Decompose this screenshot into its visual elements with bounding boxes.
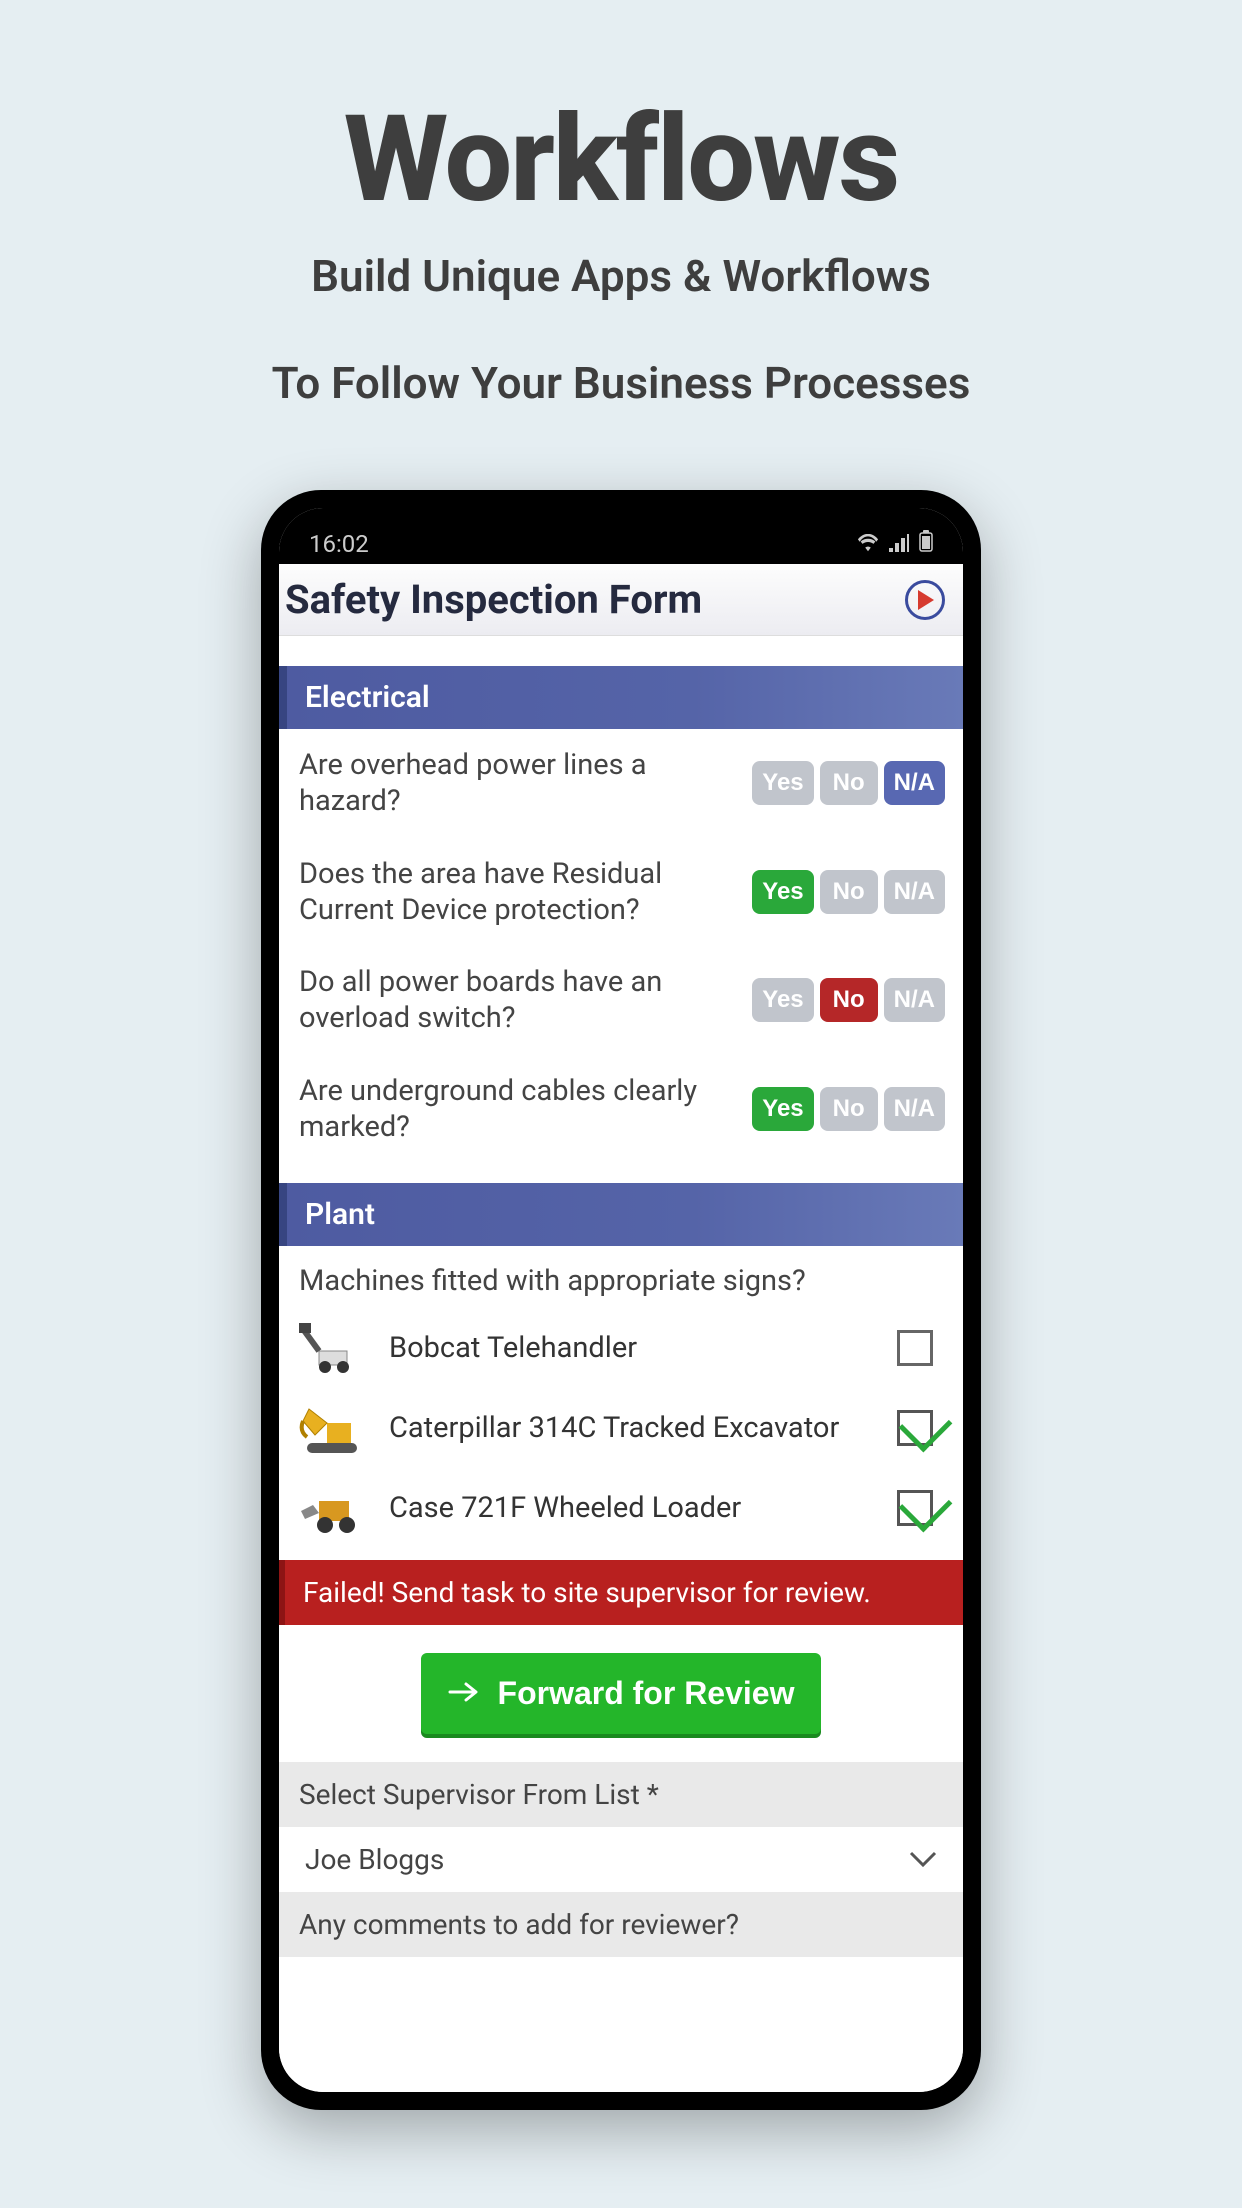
question-text: Do all power boards have an overload swi… (299, 964, 740, 1037)
arrow-right-icon (448, 1675, 480, 1712)
chevron-down-icon (909, 1843, 937, 1876)
no-button[interactable]: No (820, 1087, 878, 1131)
supervisor-select[interactable]: Joe Bloggs (279, 1827, 963, 1892)
no-button[interactable]: No (820, 870, 878, 914)
loader-icon (299, 1478, 369, 1538)
list-item: Caterpillar 314C Tracked Excavator (279, 1388, 963, 1468)
na-button[interactable]: N/A (884, 761, 945, 805)
section-header-plant: Plant (279, 1183, 963, 1246)
question-text: Does the area have Residual Current Devi… (299, 856, 740, 929)
machine-name: Caterpillar 314C Tracked Excavator (389, 1411, 877, 1445)
hero-subtitle-1: Build Unique Apps & Workflows (0, 250, 1242, 302)
status-time: 16:02 (309, 530, 369, 558)
section-header-electrical: Electrical (279, 666, 963, 729)
supervisor-selected: Joe Bloggs (305, 1843, 444, 1876)
yes-button[interactable]: Yes (752, 761, 813, 805)
list-item: Case 721F Wheeled Loader (279, 1468, 963, 1548)
hero: Workflows Build Unique Apps & Workflows … (0, 0, 1242, 409)
question-row: Does the area have Residual Current Devi… (279, 838, 963, 947)
no-button[interactable]: No (820, 761, 878, 805)
comments-label: Any comments to add for reviewer? (279, 1892, 963, 1957)
status-bar: 16:02 (279, 508, 963, 564)
play-button[interactable] (905, 580, 945, 620)
question-row: Are underground cables clearly marked? Y… (279, 1055, 963, 1164)
yes-button[interactable]: Yes (752, 1087, 813, 1131)
wifi-icon (857, 530, 879, 558)
excavator-icon (299, 1398, 369, 1458)
forward-review-button[interactable]: Forward for Review (421, 1653, 821, 1734)
na-button[interactable]: N/A (884, 978, 945, 1022)
no-button[interactable]: No (820, 978, 878, 1022)
list-item: Bobcat Telehandler (279, 1308, 963, 1388)
machine-name: Bobcat Telehandler (389, 1331, 877, 1365)
hero-subtitle-2: To Follow Your Business Processes (0, 357, 1242, 409)
app-header: Safety Inspection Form (279, 564, 963, 636)
question-row: Do all power boards have an overload swi… (279, 946, 963, 1055)
yes-button[interactable]: Yes (752, 978, 813, 1022)
plant-question: Machines fitted with appropriate signs? (279, 1246, 963, 1308)
signal-icon (889, 530, 909, 558)
na-button[interactable]: N/A (884, 1087, 945, 1131)
telehandler-icon (299, 1318, 369, 1378)
checkbox[interactable] (897, 1330, 933, 1366)
page-title: Safety Inspection Form (285, 576, 702, 623)
question-text: Are underground cables clearly marked? (299, 1073, 740, 1146)
fail-banner: Failed! Send task to site supervisor for… (279, 1560, 963, 1625)
phone-frame: 16:02 Safety Inspection Form (261, 490, 981, 2110)
checkbox[interactable] (897, 1490, 933, 1526)
supervisor-label: Select Supervisor From List * (279, 1762, 963, 1827)
yes-button[interactable]: Yes (752, 870, 813, 914)
question-row: Are overhead power lines a hazard? Yes N… (279, 729, 963, 838)
question-text: Are overhead power lines a hazard? (299, 747, 740, 820)
hero-title: Workflows (0, 90, 1242, 230)
battery-icon (919, 530, 933, 558)
machine-name: Case 721F Wheeled Loader (389, 1491, 877, 1525)
checkbox[interactable] (897, 1410, 933, 1446)
forward-button-label: Forward for Review (498, 1675, 795, 1712)
na-button[interactable]: N/A (884, 870, 945, 914)
app-screen: Safety Inspection Form Electrical Are ov… (279, 564, 963, 2092)
